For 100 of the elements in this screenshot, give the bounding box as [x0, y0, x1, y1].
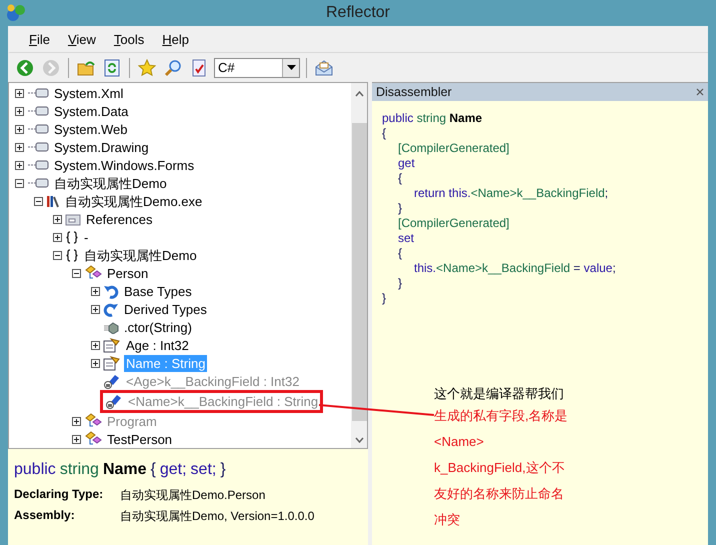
expander-toggle[interactable]	[15, 178, 24, 188]
expander-toggle[interactable]	[15, 160, 24, 170]
tree-item[interactable]: TestPerson	[105, 430, 174, 448]
folder-icon	[65, 212, 81, 226]
scroll-thumb[interactable]	[352, 123, 366, 421]
tree-item[interactable]: Program	[105, 412, 159, 430]
component-icon	[27, 87, 49, 99]
code-token: set	[398, 231, 414, 246]
tree-item[interactable]: System.Drawing	[52, 138, 151, 156]
code-token: this.	[414, 261, 436, 276]
tree-item[interactable]: <Name>k__BackingField : String	[126, 392, 320, 410]
code-token: {	[398, 246, 402, 261]
info-label: Assembly:	[14, 508, 76, 524]
menu-item[interactable]: View	[58, 32, 105, 46]
curved-arrow-icon	[103, 302, 119, 316]
tree-item[interactable]: 自动实现属性Demo	[82, 246, 199, 264]
expander-toggle[interactable]	[53, 214, 62, 224]
tree-item[interactable]: Age : Int32	[124, 336, 191, 354]
refresh-icon	[103, 58, 121, 76]
expander-toggle[interactable]	[34, 196, 43, 206]
code-token: }	[398, 201, 402, 216]
info-value: 自动实现属性Demo.Person	[120, 487, 266, 504]
tree-item[interactable]: System.Windows.Forms	[52, 156, 196, 174]
expander-toggle[interactable]	[15, 124, 24, 134]
annotation-text: 冲突	[434, 511, 461, 529]
tree-item[interactable]: Derived Types	[122, 300, 209, 318]
property-icon	[103, 355, 121, 371]
code-token: ;	[612, 261, 616, 276]
component-icon	[27, 141, 49, 153]
component-icon	[27, 123, 49, 135]
code-token: value	[584, 261, 612, 276]
app-logo-icon	[6, 4, 26, 22]
expander-toggle[interactable]	[91, 286, 100, 296]
expander-toggle[interactable]	[91, 304, 100, 314]
class-icon	[84, 265, 102, 281]
scroll-up-icon	[354, 91, 364, 97]
tree-item[interactable]: System.Web	[52, 120, 130, 138]
expander-toggle[interactable]	[91, 340, 100, 350]
code-token: }	[382, 291, 386, 306]
panel-title: Disassembler	[376, 85, 452, 99]
code-token: get	[398, 156, 415, 171]
tree-item[interactable]: -	[82, 228, 90, 246]
component-icon	[27, 159, 49, 171]
tree-item[interactable]: <Age>k__BackingField : Int32	[124, 372, 302, 390]
menu-item[interactable]: File	[20, 32, 59, 46]
signature-token: set;	[190, 461, 216, 479]
signature-token: Name	[102, 461, 147, 479]
annotation-text: 生成的私有字段,名称是	[434, 407, 568, 425]
window-title: Reflector	[324, 4, 392, 22]
code-token: <Name>k__BackingField	[470, 186, 605, 201]
braces-icon	[65, 248, 79, 262]
menu-item[interactable]: Tools	[104, 32, 154, 46]
code-token: <Name>k__BackingField	[436, 261, 570, 276]
expander-toggle[interactable]	[15, 88, 24, 98]
code-token: return this.	[414, 186, 471, 201]
info-label: Declaring Type:	[14, 487, 104, 503]
component-icon	[27, 177, 49, 189]
tree-item[interactable]: .ctor(String)	[122, 318, 194, 336]
star-icon	[138, 58, 156, 76]
signature-token: }	[220, 461, 226, 479]
info-value: 自动实现属性Demo, Version=1.0.0.0	[120, 508, 314, 525]
annotation-text: k_BackingField,这个不	[434, 459, 566, 477]
annotation-text: 这个就是编译器帮我们	[434, 385, 565, 403]
method-icon	[103, 320, 119, 334]
signature-token: string	[60, 461, 99, 479]
expander-toggle[interactable]	[15, 106, 24, 116]
expander-toggle[interactable]	[15, 142, 24, 152]
expander-toggle[interactable]	[91, 358, 100, 368]
tree-item[interactable]: 自动实现属性Demo.exe	[63, 192, 204, 210]
expander-toggle[interactable]	[53, 232, 62, 242]
code-token: string	[416, 111, 446, 126]
signature-token: get;	[160, 461, 187, 479]
field-icon	[105, 393, 123, 409]
annotation-text: 友好的名称来防止命名	[434, 485, 565, 503]
code-token: {	[382, 126, 386, 141]
code-token: Name	[448, 111, 482, 126]
tree-item[interactable]: 自动实现属性Demo	[52, 174, 169, 192]
annotation-text: <Name>	[434, 433, 485, 451]
scrollbar[interactable]	[351, 83, 367, 448]
star-button[interactable]	[136, 56, 158, 78]
search-icon	[164, 58, 182, 76]
tree-item[interactable]: System.Data	[52, 102, 130, 120]
signature-token: {	[150, 461, 156, 479]
close-icon[interactable]	[696, 88, 704, 96]
curved-arrow-icon	[103, 284, 119, 298]
expander-toggle[interactable]	[72, 268, 81, 278]
expander-toggle[interactable]	[53, 250, 62, 260]
expander-toggle[interactable]	[72, 434, 81, 444]
tree-item[interactable]: Base Types	[122, 282, 194, 300]
books-icon	[46, 194, 60, 208]
tree-item[interactable]: Person	[105, 264, 150, 282]
class-icon	[84, 431, 102, 447]
field-icon	[103, 373, 121, 389]
menu-item[interactable]: Help	[153, 32, 198, 46]
folder-icon	[77, 58, 95, 76]
language-dropdown[interactable]: C#	[214, 58, 300, 78]
tree-item[interactable]: References	[84, 210, 154, 228]
property-icon	[103, 337, 121, 353]
tree-item[interactable]: System.Xml	[52, 84, 126, 102]
expander-toggle[interactable]	[72, 416, 81, 426]
